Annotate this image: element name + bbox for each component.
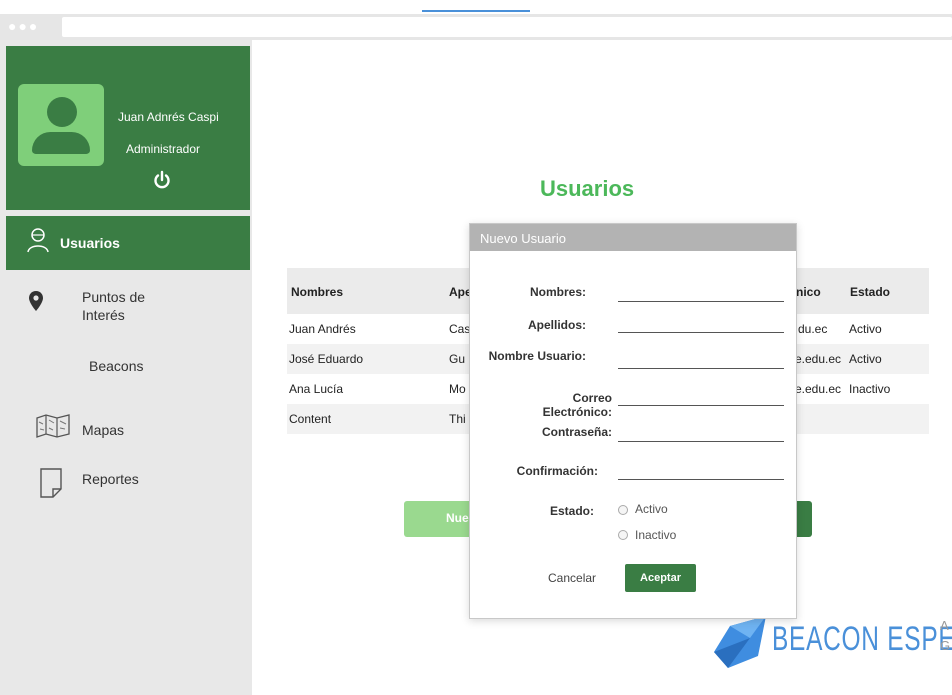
column-header[interactable]: Nombres bbox=[291, 285, 343, 299]
table-cell: Activo bbox=[849, 352, 882, 366]
sidebar-item-usuarios[interactable]: Usuarios bbox=[6, 216, 250, 270]
profile-role: Administrador bbox=[126, 142, 201, 156]
address-bar[interactable] bbox=[62, 17, 952, 37]
sidebar-item-reportes[interactable]: Reportes bbox=[6, 458, 250, 512]
correo-label-line1: Correo bbox=[572, 391, 612, 405]
dialog-header: Nuevo Usuario bbox=[470, 224, 796, 251]
new-user-button-label: Nue bbox=[446, 511, 469, 525]
profile-panel: Juan Adnrés Caspi Administrador bbox=[6, 46, 250, 210]
sidebar-item-label: Beacons bbox=[89, 358, 144, 374]
correo-label-line2: Electrónico: bbox=[542, 405, 612, 419]
user-icon bbox=[27, 228, 49, 253]
usuario-label: Nombre Usuario: bbox=[488, 349, 586, 363]
logo-text: BEACON ESPE bbox=[772, 620, 952, 658]
location-pin-icon bbox=[29, 291, 43, 311]
table-cell: e.edu.ec bbox=[795, 382, 842, 396]
power-icon[interactable] bbox=[152, 170, 172, 190]
table-cell: Ana Lucía bbox=[289, 382, 344, 396]
sidebar-item-label-line2: Interés bbox=[82, 307, 125, 323]
estado-label: Estado: bbox=[549, 504, 594, 518]
estado-inactivo-label: Inactivo bbox=[635, 528, 677, 542]
table-cell: Activo bbox=[849, 322, 882, 336]
sidebar-item-puntos[interactable]: Puntos de Interés bbox=[6, 280, 250, 334]
avatar-body-shape bbox=[32, 132, 90, 154]
sidebar-item-label: Usuarios bbox=[60, 235, 120, 251]
browser-toolbar: ●●● bbox=[0, 14, 952, 40]
logo-tail-bottom: G bbox=[940, 638, 951, 653]
confirmacion-label: Confirmación: bbox=[516, 464, 598, 478]
correo-field[interactable] bbox=[618, 405, 784, 406]
profile-name: Juan Adnrés Caspi bbox=[118, 110, 219, 124]
sidebar: Juan Adnrés Caspi Administrador Usuarios… bbox=[0, 40, 252, 695]
nombres-label: Nombres: bbox=[529, 285, 586, 299]
table-cell: José Eduardo bbox=[289, 352, 364, 366]
beacon-logo-icon bbox=[714, 616, 766, 668]
window-controls-icon[interactable]: ●●● bbox=[8, 19, 39, 33]
page-title: Usuarios bbox=[540, 176, 635, 201]
table-cell: Juan Andrés bbox=[289, 322, 356, 336]
usuario-field[interactable] bbox=[618, 368, 784, 369]
table-cell: Thi bbox=[449, 412, 466, 426]
top-accent-bar bbox=[422, 10, 530, 12]
sidebar-item-mapas[interactable]: Mapas bbox=[6, 402, 250, 456]
sidebar-item-label-line1: Puntos de bbox=[82, 289, 146, 305]
estado-activo-label: Activo bbox=[635, 502, 668, 516]
nombres-field[interactable] bbox=[618, 301, 784, 302]
contrasena-label: Contraseña: bbox=[541, 425, 612, 439]
document-icon bbox=[40, 468, 62, 498]
confirmacion-field[interactable] bbox=[618, 479, 784, 480]
column-header[interactable]: nico bbox=[796, 285, 821, 299]
table-cell: Content bbox=[289, 412, 332, 426]
column-header[interactable]: Estado bbox=[850, 285, 890, 299]
sidebar-item-label: Mapas bbox=[82, 422, 125, 438]
table-cell: Gu bbox=[449, 352, 466, 366]
table-cell: du.ec bbox=[798, 322, 828, 336]
table-cell: Inactivo bbox=[849, 382, 891, 396]
cancel-button[interactable]: Cancelar bbox=[548, 571, 596, 585]
table-cell: e.edu.ec bbox=[795, 352, 842, 366]
apellidos-field[interactable] bbox=[618, 332, 784, 333]
map-icon bbox=[36, 414, 70, 438]
contrasena-field[interactable] bbox=[618, 441, 784, 442]
estado-activo-radio[interactable] bbox=[618, 505, 628, 515]
estado-inactivo-radio[interactable] bbox=[618, 530, 628, 540]
table-cell: Mo bbox=[449, 382, 466, 396]
sidebar-item-beacons[interactable]: Beacons bbox=[6, 340, 250, 394]
avatar-head-shape bbox=[47, 97, 77, 127]
avatar bbox=[18, 84, 104, 166]
apellidos-label: Apellidos: bbox=[527, 318, 586, 332]
sidebar-item-label: Reportes bbox=[82, 471, 139, 487]
accept-button[interactable]: Aceptar bbox=[625, 564, 696, 592]
new-user-dialog: Nuevo Usuario Nombres: Apellidos: Nombre… bbox=[469, 223, 797, 619]
table-cell: Cas bbox=[449, 322, 471, 336]
logo-tail-top: A bbox=[940, 618, 949, 633]
dialog-title: Nuevo Usuario bbox=[480, 231, 566, 246]
